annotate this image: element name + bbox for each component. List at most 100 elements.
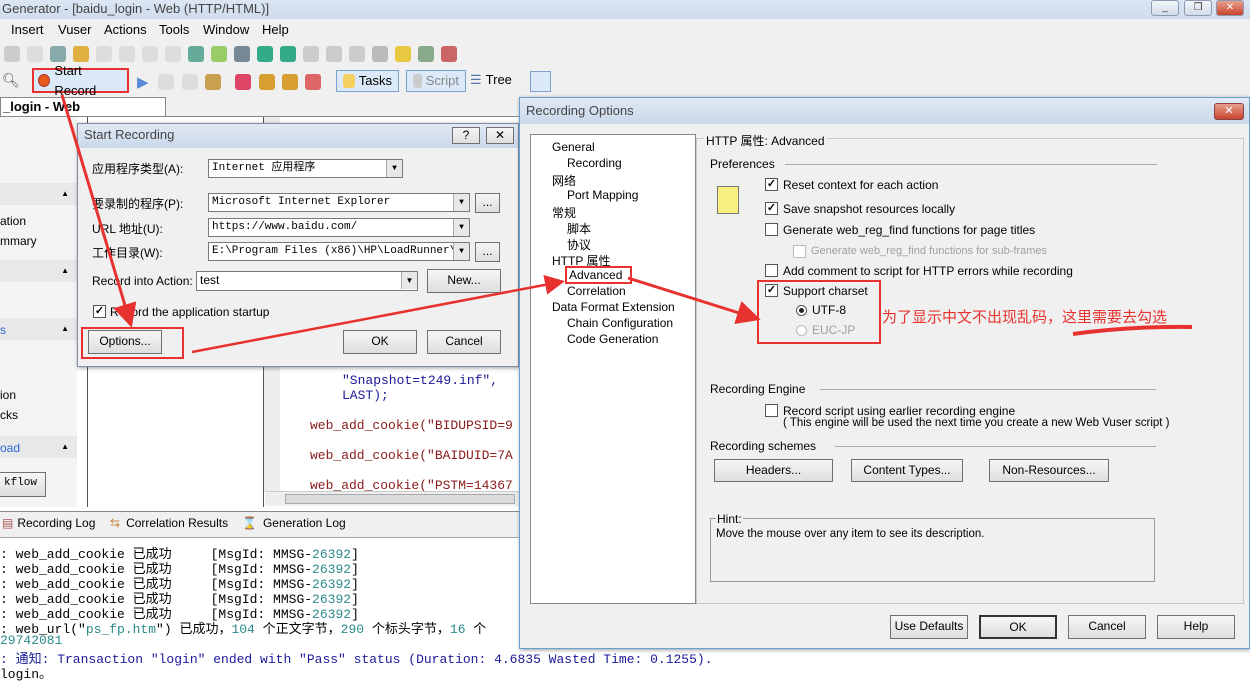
add-step-icon[interactable] <box>418 46 434 62</box>
menu-actions[interactable]: Actions <box>104 22 147 37</box>
sidebar-item-correlation[interactable]: ation <box>0 214 26 228</box>
pref-checkbox[interactable] <box>765 223 778 236</box>
cancel-button[interactable]: Cancel <box>427 330 501 354</box>
parameter-icon[interactable] <box>395 46 411 62</box>
sidebar-item-action[interactable]: ion <box>0 388 16 402</box>
minimize-button[interactable]: _ <box>1151 0 1179 16</box>
tree-item[interactable]: Port Mapping <box>567 188 638 202</box>
tab-recording-log[interactable]: ▤ Recording Log <box>2 516 95 530</box>
content-types-button[interactable]: Content Types... <box>851 459 963 482</box>
sidebar-section-header[interactable]: s ▲ <box>0 318 77 340</box>
menu-tools[interactable]: Tools <box>159 22 189 37</box>
pause-icon[interactable] <box>182 74 198 90</box>
sidebar-section-header[interactable]: ▲ <box>0 183 77 205</box>
record-startup-checkbox[interactable]: ✓ <box>93 305 106 318</box>
workdir-input[interactable]: E:\Program Files (x86)\HP\LoadRunner\bin… <box>208 242 470 261</box>
headers-button[interactable]: Headers... <box>714 459 833 482</box>
script-view-button[interactable]: Script <box>406 70 466 92</box>
download-icon[interactable] <box>205 74 221 90</box>
program-select[interactable]: Microsoft Internet Explorer ▼ <box>208 193 470 212</box>
results-icon[interactable] <box>280 46 296 62</box>
help-button[interactable]: ? <box>452 127 480 144</box>
section-title: HTTP 属性: Advanced <box>704 132 827 149</box>
use-defaults-button[interactable]: Use Defaults <box>890 615 968 639</box>
ok-button[interactable]: OK <box>979 615 1057 639</box>
horizontal-scrollbar[interactable] <box>265 491 520 506</box>
earlier-engine-checkbox[interactable] <box>765 404 778 417</box>
close-window-button[interactable]: ✕ <box>1216 0 1244 16</box>
action-select[interactable]: test ▼ <box>196 271 418 291</box>
tree-item[interactable]: 协议 <box>567 236 591 253</box>
delete-icon[interactable] <box>372 46 388 62</box>
stop-icon[interactable] <box>158 74 174 90</box>
code-line: web_add_cookie("BIDUPSID=9 <box>310 418 513 433</box>
run-icon[interactable] <box>234 46 250 62</box>
tree-item[interactable]: 常规 <box>552 204 576 221</box>
tree-insert-icon[interactable] <box>326 46 342 62</box>
restore-button[interactable]: ❐ <box>1184 0 1212 16</box>
tree-item[interactable]: Correlation <box>567 284 626 298</box>
sidebar-section-header[interactable]: oad ▲ <box>0 436 77 458</box>
tree-item[interactable]: Advanced <box>564 266 633 284</box>
browse-workdir-button[interactable]: ... <box>475 242 500 262</box>
cancel-button[interactable]: Cancel <box>1068 615 1146 639</box>
sidebar-item-checks[interactable]: cks <box>0 408 18 422</box>
non-resources-button[interactable]: Non-Resources... <box>989 459 1109 482</box>
chevron-down-icon: ▼ <box>453 219 469 236</box>
play-icon[interactable]: ▶ <box>137 73 149 91</box>
app-type-select[interactable]: Internet 应用程序 ▼ <box>208 159 403 178</box>
tree-after-icon[interactable] <box>349 46 365 62</box>
pref-checkbox[interactable] <box>765 264 778 277</box>
tree-item[interactable]: 网络 <box>552 172 576 189</box>
new-action-button[interactable]: New... <box>427 269 501 293</box>
pref-checkbox[interactable]: ✓ <box>765 202 778 215</box>
cut-icon[interactable] <box>4 46 20 62</box>
output-toggle-button[interactable] <box>530 71 551 92</box>
uncomment-icon[interactable] <box>165 46 181 62</box>
rules-icon[interactable] <box>282 74 298 90</box>
browse-program-button[interactable]: ... <box>475 193 500 213</box>
document-tab[interactable]: _login - Web (HTTP/HTML) <box>0 97 166 132</box>
pref-checkbox[interactable] <box>793 245 806 258</box>
comment-icon[interactable] <box>142 46 158 62</box>
find-icon[interactable]: 🔍︎ <box>2 72 20 89</box>
pref-checkbox[interactable]: ✓ <box>765 178 778 191</box>
tree-item[interactable]: Chain Configuration <box>567 316 673 330</box>
menu-vuser[interactable]: Vuser <box>58 22 91 37</box>
tab-correlation-results[interactable]: ⇆ Correlation Results <box>110 516 228 530</box>
remove-step-icon[interactable] <box>441 46 457 62</box>
pref-label: Generate web_reg_find functions for sub-… <box>811 245 1048 257</box>
tree-item[interactable]: Recording <box>567 156 622 170</box>
workflow-button[interactable]: kflow <box>0 472 46 497</box>
scan-icon[interactable] <box>259 74 275 90</box>
correlate-icon[interactable] <box>235 74 251 90</box>
tree-item[interactable]: HTTP 属性 <box>552 252 610 269</box>
tree-item[interactable]: 脚本 <box>567 220 591 237</box>
snapshot-icon[interactable] <box>305 74 321 90</box>
tree-item[interactable]: Data Format Extension <box>552 300 675 314</box>
menu-help[interactable]: Help <box>262 22 289 37</box>
compile-icon[interactable] <box>211 46 227 62</box>
copy-icon[interactable] <box>27 46 43 62</box>
menu-insert[interactable]: Insert <box>11 22 44 37</box>
close-button[interactable]: ✕ <box>1214 103 1244 120</box>
tab-generation-log[interactable]: ⌛ Generation Log <box>242 516 346 530</box>
tasks-button[interactable]: Tasks <box>336 70 399 92</box>
step-icon[interactable] <box>257 46 273 62</box>
sidebar-item-summary[interactable]: mmary <box>0 234 37 248</box>
start-record-button[interactable]: Start Record <box>32 63 129 98</box>
close-button[interactable]: ✕ <box>486 127 514 144</box>
help-button[interactable]: Help <box>1157 615 1235 639</box>
ok-button[interactable]: OK <box>343 330 417 354</box>
vuser-icon[interactable] <box>188 46 204 62</box>
tree-add-icon[interactable] <box>303 46 319 62</box>
tree-item[interactable]: Code Generation <box>567 332 658 346</box>
action-label: Record into Action: <box>92 274 193 288</box>
highlight-box <box>757 280 881 344</box>
menu-window[interactable]: Window <box>203 22 249 37</box>
tree-item[interactable]: General <box>552 140 595 154</box>
sidebar-section-header[interactable]: ▲ <box>0 260 77 282</box>
tree-view-button[interactable]: ☰ Tree <box>470 72 512 88</box>
log-line: : 通知: Transaction "login" ended with "Pa… <box>0 652 713 667</box>
url-input[interactable]: https://www.baidu.com/ ▼ <box>208 218 470 237</box>
